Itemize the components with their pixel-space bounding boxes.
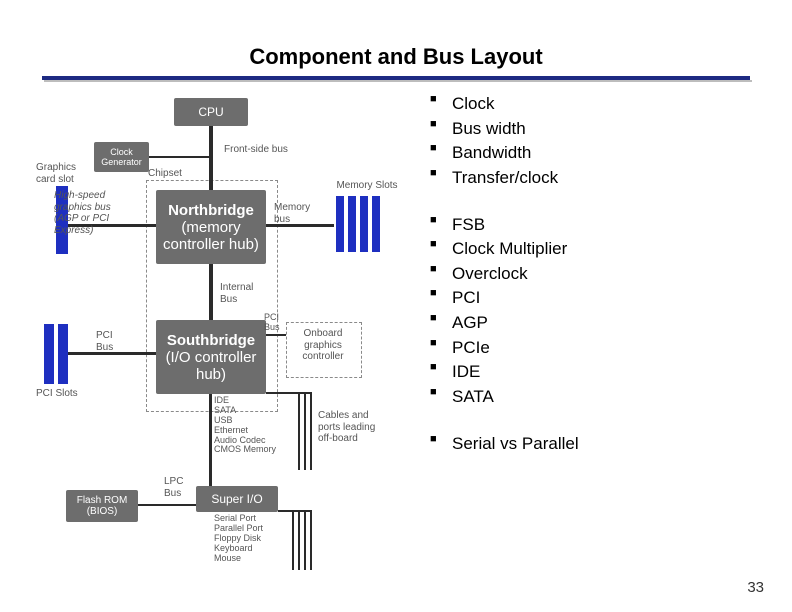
bullet-group-1: Clock Bus width Bandwidth Transfer/clock bbox=[430, 92, 579, 191]
wire-sio-out-h bbox=[278, 510, 312, 512]
bullet-item: Bandwidth bbox=[430, 141, 579, 166]
wire-sio-out bbox=[298, 512, 300, 570]
wire-cpu-nb bbox=[209, 126, 213, 190]
northbridge-sub: (memory controller hub) bbox=[160, 219, 262, 253]
label-sb-ports: IDE SATA USB Ethernet Audio Codec CMOS M… bbox=[214, 396, 276, 455]
mem-slot bbox=[372, 196, 380, 252]
bullet-group-3: Serial vs Parallel bbox=[430, 432, 579, 457]
wire-offboard bbox=[304, 394, 306, 470]
wire-offboard bbox=[266, 392, 312, 394]
title-divider bbox=[42, 76, 750, 82]
page-title: Component and Bus Layout bbox=[0, 0, 792, 70]
bullet-item: Overclock bbox=[430, 262, 579, 287]
bullet-item: IDE bbox=[430, 360, 579, 385]
label-lpc-bus: LPC Bus bbox=[164, 476, 183, 499]
bullet-item: Clock bbox=[430, 92, 579, 117]
label-chipset: Chipset bbox=[148, 168, 182, 180]
box-flashrom: Flash ROM (BIOS) bbox=[66, 490, 138, 522]
label-fsb: Front-side bus bbox=[224, 144, 288, 156]
box-superio: Super I/O bbox=[196, 486, 278, 512]
bullet-item: PCI bbox=[430, 286, 579, 311]
bullet-item: Clock Multiplier bbox=[430, 237, 579, 262]
bullet-item: Bus width bbox=[430, 117, 579, 142]
wire-nb-sb bbox=[209, 264, 213, 320]
bus-diagram: Chipset CPU Front-side bus Clock Generat… bbox=[36, 90, 416, 600]
northbridge-title: Northbridge bbox=[160, 202, 262, 219]
wire-sio-out bbox=[292, 512, 294, 570]
page-number: 33 bbox=[747, 579, 764, 596]
wire-clock-cpu bbox=[149, 156, 209, 158]
label-hs-gfx: High-speed graphics bus (AGP or PCI Expr… bbox=[54, 190, 111, 236]
label-pci-bus2: PCI Bus bbox=[264, 312, 280, 333]
southbridge-title: Southbridge bbox=[160, 332, 262, 349]
southbridge-sub: (I/O controller hub) bbox=[160, 349, 262, 383]
label-mem-bus: Memory bus bbox=[274, 202, 310, 225]
mem-slot bbox=[348, 196, 356, 252]
label-sio-ports: Serial Port Parallel Port Floppy Disk Ke… bbox=[214, 514, 263, 563]
wire-offboard bbox=[298, 394, 300, 470]
box-clockgen: Clock Generator bbox=[94, 142, 149, 172]
bullet-item: Transfer/clock bbox=[430, 166, 579, 191]
label-internal-bus: Internal Bus bbox=[220, 282, 253, 305]
label-mem-slots: Memory Slots bbox=[328, 180, 406, 192]
label-cables: Cables and ports leading off-board bbox=[318, 410, 375, 445]
bullet-item: AGP bbox=[430, 311, 579, 336]
wire-offboard bbox=[310, 394, 312, 470]
label-pci-slots: PCI Slots bbox=[36, 388, 78, 400]
label-onboard-gfx: Onboard graphics controller bbox=[288, 328, 358, 363]
bullet-item: Serial vs Parallel bbox=[430, 432, 579, 457]
wire-sio-out bbox=[310, 512, 312, 570]
label-pci-bus: PCI Bus bbox=[96, 330, 113, 353]
wire-sio-out bbox=[304, 512, 306, 570]
bullet-item: FSB bbox=[430, 213, 579, 238]
wire-sb-gfx bbox=[266, 334, 286, 336]
bullet-item: SATA bbox=[430, 385, 579, 410]
pci-slot bbox=[44, 324, 54, 384]
box-northbridge: Northbridge (memory controller hub) bbox=[156, 190, 266, 264]
bullet-group-2: FSB Clock Multiplier Overclock PCI AGP P… bbox=[430, 213, 579, 410]
pci-slot bbox=[58, 324, 68, 384]
bullet-section: Clock Bus width Bandwidth Transfer/clock… bbox=[430, 92, 579, 478]
mem-slot bbox=[360, 196, 368, 252]
wire-lpc bbox=[209, 394, 212, 486]
label-gfx-slot: Graphics card slot bbox=[36, 162, 84, 185]
box-cpu: CPU bbox=[174, 98, 248, 126]
box-southbridge: Southbridge (I/O controller hub) bbox=[156, 320, 266, 394]
bullet-item: PCIe bbox=[430, 336, 579, 361]
mem-slot bbox=[336, 196, 344, 252]
